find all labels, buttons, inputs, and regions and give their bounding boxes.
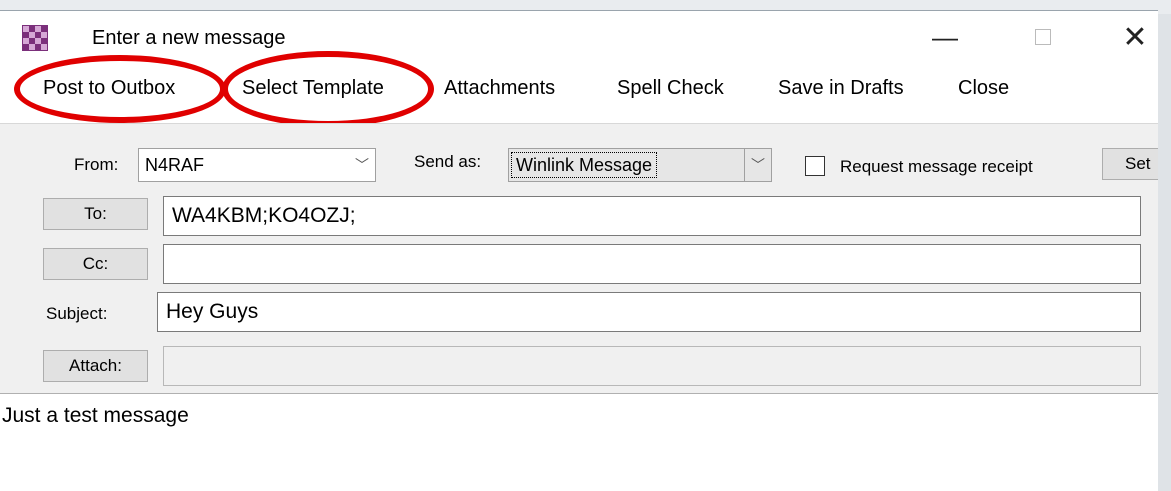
chevron-down-icon: ﹀ xyxy=(355,157,369,173)
send-as-value: Winlink Message xyxy=(511,152,658,178)
menu-attachments[interactable]: Attachments xyxy=(444,77,555,100)
close-window-button[interactable]: ✕ xyxy=(1112,15,1158,59)
menu-select-template[interactable]: Select Template xyxy=(242,77,384,100)
cc-button[interactable]: Cc: xyxy=(43,248,148,280)
checkered-app-icon xyxy=(22,25,48,51)
menu-close[interactable]: Close xyxy=(958,77,1009,100)
menu-bar: Post to Outbox Select Template Attachmen… xyxy=(0,51,1158,127)
message-header-form: From: N4RAF ﹀ Send as: Winlink Message ﹀… xyxy=(0,123,1158,394)
to-button[interactable]: To: xyxy=(43,198,148,230)
set-button[interactable]: Set xyxy=(1102,148,1158,180)
from-select[interactable]: N4RAF ﹀ xyxy=(138,148,376,182)
new-message-window: Enter a new message — ✕ Post to Outbox S… xyxy=(0,10,1158,491)
window-title: Enter a new message xyxy=(92,27,286,49)
to-field[interactable]: WA4KBM;KO4OZJ; xyxy=(163,196,1141,236)
cc-field[interactable] xyxy=(163,244,1141,284)
minimize-button[interactable]: — xyxy=(922,15,968,59)
minimize-icon: — xyxy=(932,21,958,52)
from-label: From: xyxy=(74,155,119,174)
chevron-down-icon: ﹀ xyxy=(744,149,771,181)
send-as-label: Send as: xyxy=(414,152,482,171)
request-receipt-checkbox[interactable] xyxy=(805,156,825,176)
message-body[interactable]: Just a test message xyxy=(0,393,1158,491)
send-as-select[interactable]: Winlink Message ﹀ xyxy=(508,148,772,182)
maximize-button[interactable] xyxy=(1020,15,1066,59)
attach-button[interactable]: Attach: xyxy=(43,350,148,382)
from-value: N4RAF xyxy=(145,155,205,175)
request-receipt-label: Request message receipt xyxy=(840,157,1033,176)
menu-save-in-drafts[interactable]: Save in Drafts xyxy=(778,77,904,100)
subject-field[interactable]: Hey Guys xyxy=(157,292,1141,332)
message-body-text: Just a test message xyxy=(2,404,189,427)
title-bar: Enter a new message — ✕ xyxy=(0,11,1158,63)
subject-label: Subject: xyxy=(46,304,108,323)
close-icon: ✕ xyxy=(1122,20,1148,54)
attach-field xyxy=(163,346,1141,386)
menu-spell-check[interactable]: Spell Check xyxy=(617,77,724,100)
menu-post-to-outbox[interactable]: Post to Outbox xyxy=(43,77,175,100)
maximize-icon xyxy=(1035,29,1051,45)
